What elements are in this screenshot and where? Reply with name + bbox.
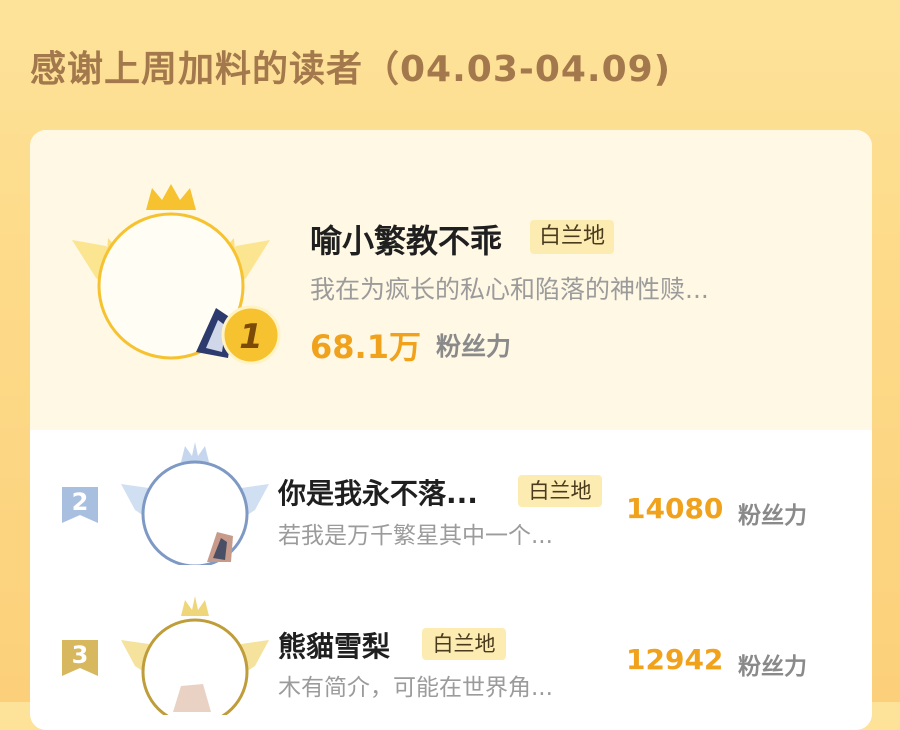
- bronze-wing-frame-icon: [121, 596, 269, 715]
- reader-row-3[interactable]: 3 熊貓雪梨 白兰地 木有简介，可能在世界角... 12942 粉丝力: [30, 580, 872, 730]
- rank-1-number: 1: [239, 317, 263, 357]
- silver-wing-frame-icon: [121, 442, 269, 565]
- reader-2-level-badge: 白兰地: [518, 475, 602, 507]
- rank-2-number: 2: [71, 488, 89, 516]
- reader-2-fan-power-unit: 粉丝力: [738, 503, 807, 529]
- reader-2-name[interactable]: 你是我永不落...: [278, 472, 478, 512]
- reader-ranking-card: 1 喻小繁教不乖 白兰地 我在为疯长的私心和陷落的神性赎... 68.1万 粉丝…: [30, 130, 872, 730]
- top-reader-avatar[interactable]: 1: [66, 180, 281, 370]
- top-reader-fan-power-value: 68.1万: [310, 328, 421, 366]
- reader-3-name[interactable]: 熊貓雪梨: [278, 625, 390, 665]
- top-reader-row[interactable]: 1 喻小繁教不乖 白兰地 我在为疯长的私心和陷落的神性赎... 68.1万 粉丝…: [30, 130, 872, 430]
- reader-2-avatar[interactable]: [115, 440, 275, 565]
- reader-3-avatar[interactable]: [115, 590, 275, 715]
- page-title: 感谢上周加料的读者（04.03-04.09): [30, 49, 672, 90]
- top-reader-name[interactable]: 喻小繁教不乖: [310, 216, 502, 262]
- reader-3-fan-power-unit: 粉丝力: [738, 654, 807, 680]
- reader-row-2[interactable]: 2 你是我永不落... 白兰地 若我是万千繁星其中一个... 14080 粉丝力: [30, 430, 872, 580]
- rank-3-number: 3: [71, 641, 89, 669]
- reader-3-description: 木有简介，可能在世界角...: [278, 675, 553, 701]
- reader-2-description: 若我是万千繁星其中一个...: [278, 523, 553, 549]
- reader-3-level-badge: 白兰地: [422, 628, 506, 660]
- top-reader-description: 我在为疯长的私心和陷落的神性赎...: [310, 275, 709, 304]
- top-reader-fan-power-unit: 粉丝力: [436, 332, 512, 361]
- reader-3-fan-power-value: 12942: [626, 643, 724, 676]
- top-reader-level-badge: 白兰地: [530, 220, 614, 254]
- reader-2-fan-power-value: 14080: [626, 492, 724, 525]
